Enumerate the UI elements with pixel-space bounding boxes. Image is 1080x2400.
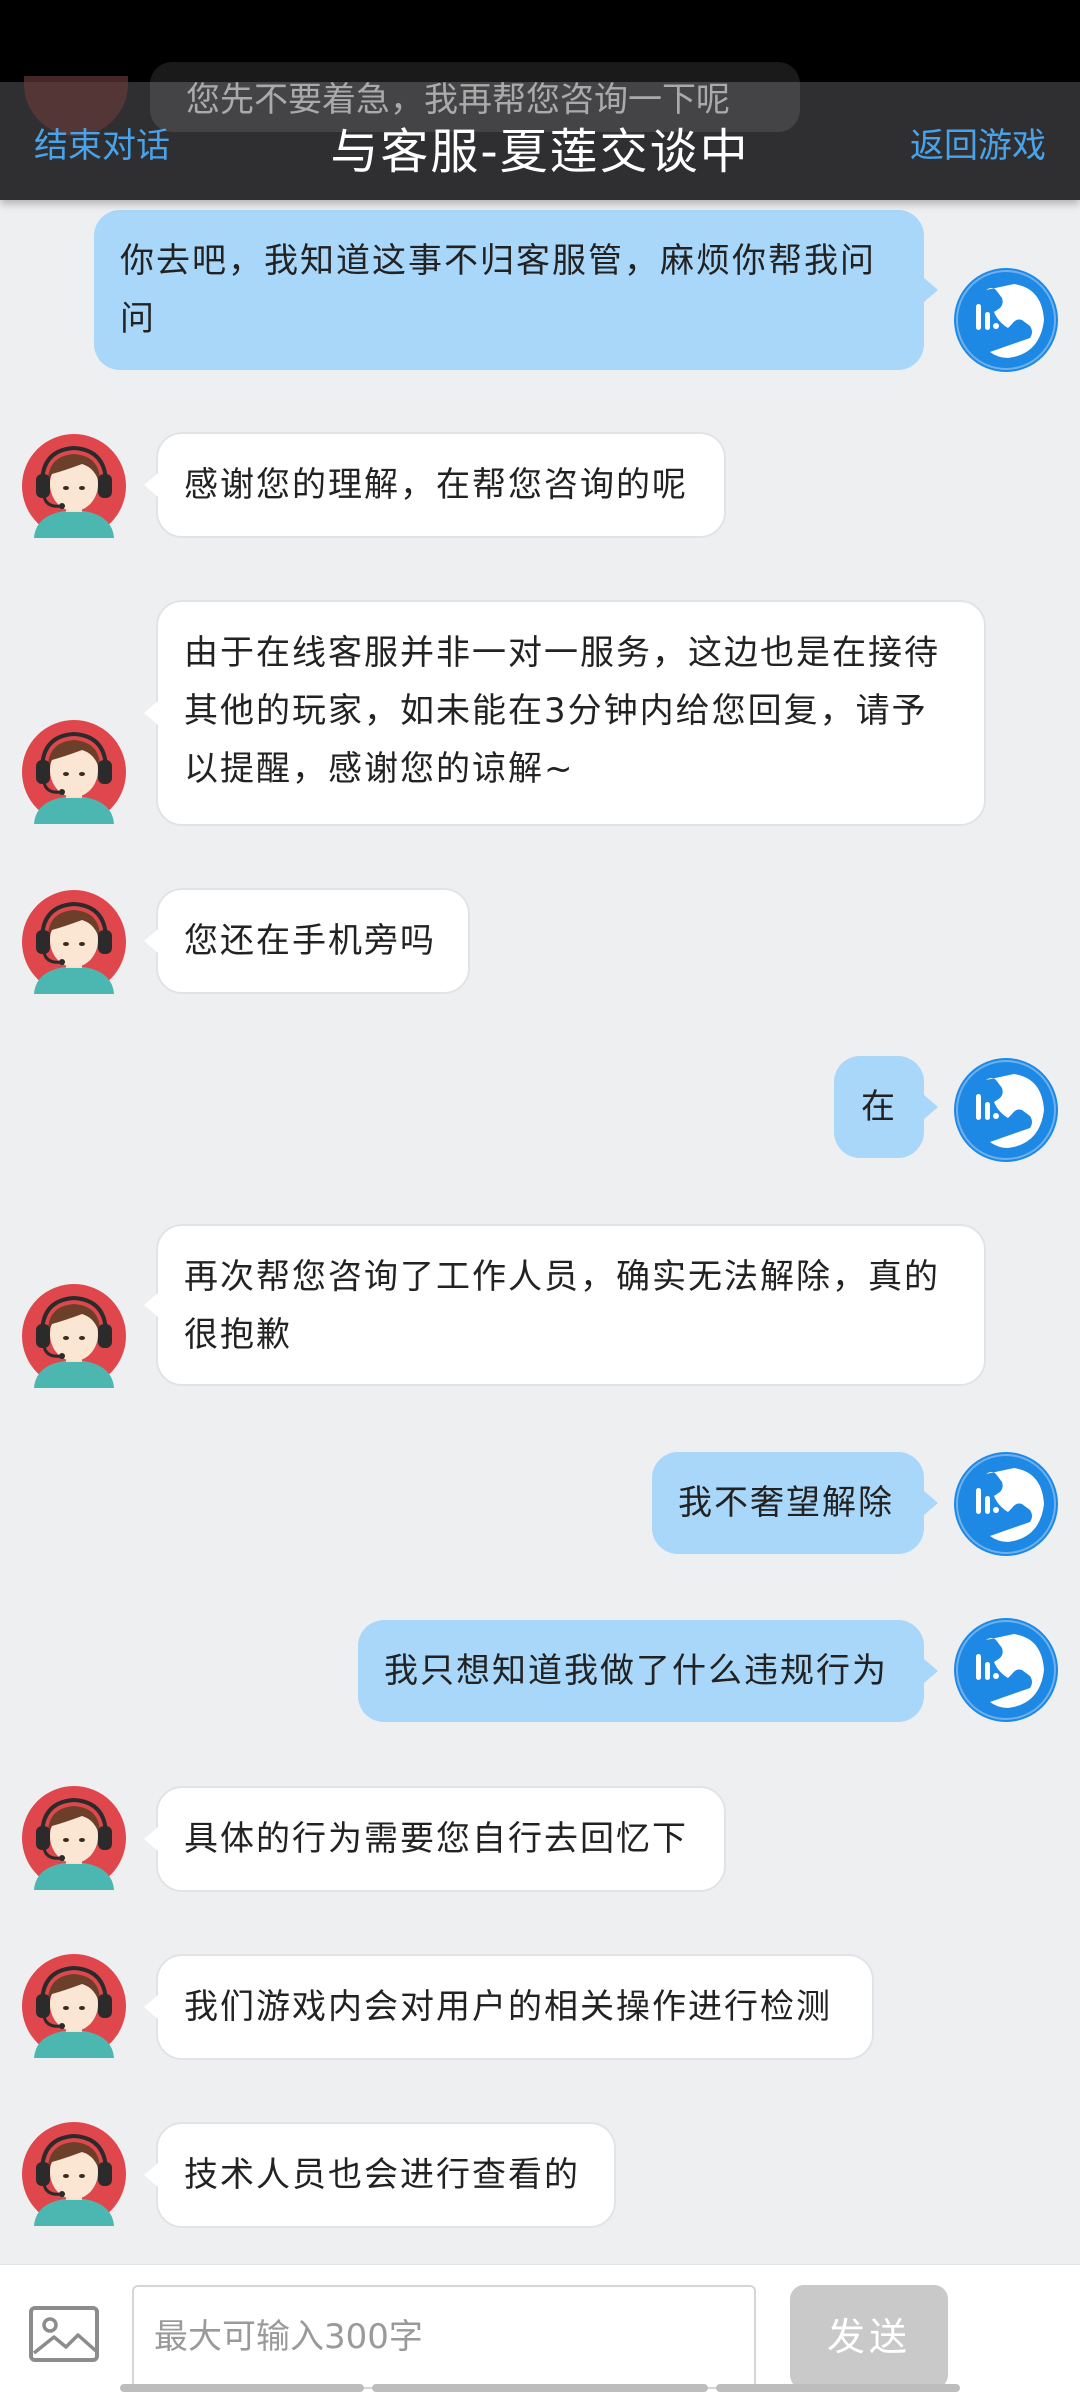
agent-avatar-icon[interactable] — [22, 434, 126, 538]
user-avatar-icon[interactable] — [954, 1452, 1058, 1556]
message-line: 再次帮您咨询了工作人员，确实无法解除，真的 — [184, 1257, 940, 1297]
image-icon[interactable] — [28, 2305, 100, 2363]
gesture-segment — [120, 2384, 364, 2392]
user-message: 我不奢望解除 — [652, 1452, 938, 1554]
message-line: 具体的行为需要您自行去回忆下 — [184, 1819, 688, 1859]
user-avatar-icon[interactable] — [954, 268, 1058, 372]
agent-avatar-icon[interactable] — [22, 1954, 126, 2058]
agent-message: 由于在线客服并非一对一服务，这边也是在接待 其他的玩家，如未能在3分钟内给您回复… — [144, 600, 986, 826]
gesture-segment — [716, 2384, 960, 2392]
user-message: 我只想知道我做了什么违规行为 — [358, 1620, 938, 1722]
agent-avatar-icon[interactable] — [22, 1786, 126, 1890]
message-line: 问 — [120, 299, 156, 339]
user-avatar-icon[interactable] — [954, 1058, 1058, 1162]
send-button[interactable]: 发送 — [790, 2285, 948, 2389]
agent-avatar-icon[interactable] — [22, 2122, 126, 2226]
agent-message: 具体的行为需要您自行去回忆下 — [144, 1786, 726, 1892]
message-input-bar: 发送 — [0, 2264, 1080, 2400]
user-message: 在 — [834, 1056, 938, 1158]
agent-message: 我们游戏内会对用户的相关操作进行检测 — [144, 1954, 874, 2060]
message-line: 我只想知道我做了什么违规行为 — [384, 1651, 888, 1691]
message-line: 我们游戏内会对用户的相关操作进行检测 — [184, 1987, 832, 2027]
agent-message: 您还在手机旁吗 — [144, 888, 470, 994]
user-avatar-icon[interactable] — [954, 1618, 1058, 1722]
gesture-segment — [372, 2384, 708, 2392]
agent-avatar-icon[interactable] — [22, 890, 126, 994]
return-to-game-button[interactable]: 返回游戏 — [910, 118, 1046, 167]
agent-message: 再次帮您咨询了工作人员，确实无法解除，真的 很抱歉 — [144, 1224, 986, 1386]
agent-avatar-icon[interactable] — [22, 720, 126, 824]
message-line: 其他的玩家，如未能在3分钟内给您回复，请予 — [184, 691, 928, 731]
agent-avatar-icon[interactable] — [22, 1284, 126, 1388]
message-line: 技术人员也会进行查看的 — [184, 2155, 580, 2195]
message-line: 很抱歉 — [184, 1315, 292, 1355]
message-line: 你去吧，我知道这事不归客服管，麻烦你帮我问 — [120, 241, 876, 281]
agent-message: 感谢您的理解，在帮您咨询的呢 — [144, 432, 726, 538]
agent-message: 技术人员也会进行查看的 — [144, 2122, 616, 2228]
message-line: 由于在线客服并非一对一服务，这边也是在接待 — [184, 633, 940, 673]
message-line: 您还在手机旁吗 — [184, 921, 436, 961]
user-message: 你去吧，我知道这事不归客服管，麻烦你帮我问 问 — [94, 210, 938, 370]
message-list[interactable]: 你去吧，我知道这事不归客服管，麻烦你帮我问 问 感谢您的理解，在帮您咨询的呢 由… — [0, 200, 1080, 2264]
chat-header: 您先不要着急，我再帮您咨询一下呢 结束对话 与客服-夏莲交谈中 返回游戏 — [0, 62, 1080, 200]
chat-screen: 您先不要着急，我再帮您咨询一下呢 结束对话 与客服-夏莲交谈中 返回游戏 你去吧… — [0, 0, 1080, 2400]
message-input[interactable] — [132, 2285, 756, 2389]
gesture-bar — [0, 2384, 1080, 2394]
message-line: 以提醒，感谢您的谅解~ — [184, 749, 575, 789]
message-line: 在 — [861, 1087, 897, 1127]
message-line: 感谢您的理解，在帮您咨询的呢 — [184, 465, 688, 505]
message-line: 我不奢望解除 — [678, 1483, 894, 1523]
